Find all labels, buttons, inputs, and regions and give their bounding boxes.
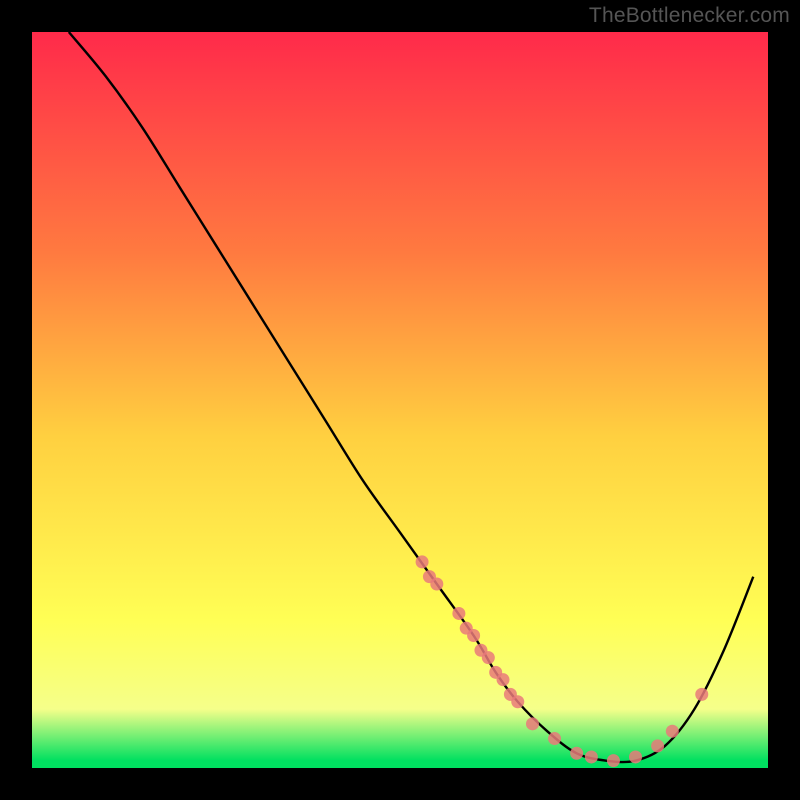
highlight-point xyxy=(585,750,598,763)
highlight-point xyxy=(482,651,495,664)
highlight-point xyxy=(570,747,583,760)
highlight-point xyxy=(430,578,443,591)
gradient-background xyxy=(32,32,768,768)
highlight-point xyxy=(651,739,664,752)
highlight-point xyxy=(511,695,524,708)
chart-frame: TheBottlenecker.com xyxy=(0,0,800,800)
highlight-point xyxy=(695,688,708,701)
highlight-point xyxy=(497,673,510,686)
bottleneck-chart xyxy=(32,32,768,768)
watermark-text: TheBottlenecker.com xyxy=(589,4,790,28)
highlight-point xyxy=(416,555,429,568)
plot-area xyxy=(32,32,768,768)
highlight-point xyxy=(629,750,642,763)
highlight-point xyxy=(452,607,465,620)
highlight-point xyxy=(467,629,480,642)
highlight-point xyxy=(526,717,539,730)
highlight-point xyxy=(607,754,620,767)
highlight-point xyxy=(666,725,679,738)
highlight-point xyxy=(548,732,561,745)
